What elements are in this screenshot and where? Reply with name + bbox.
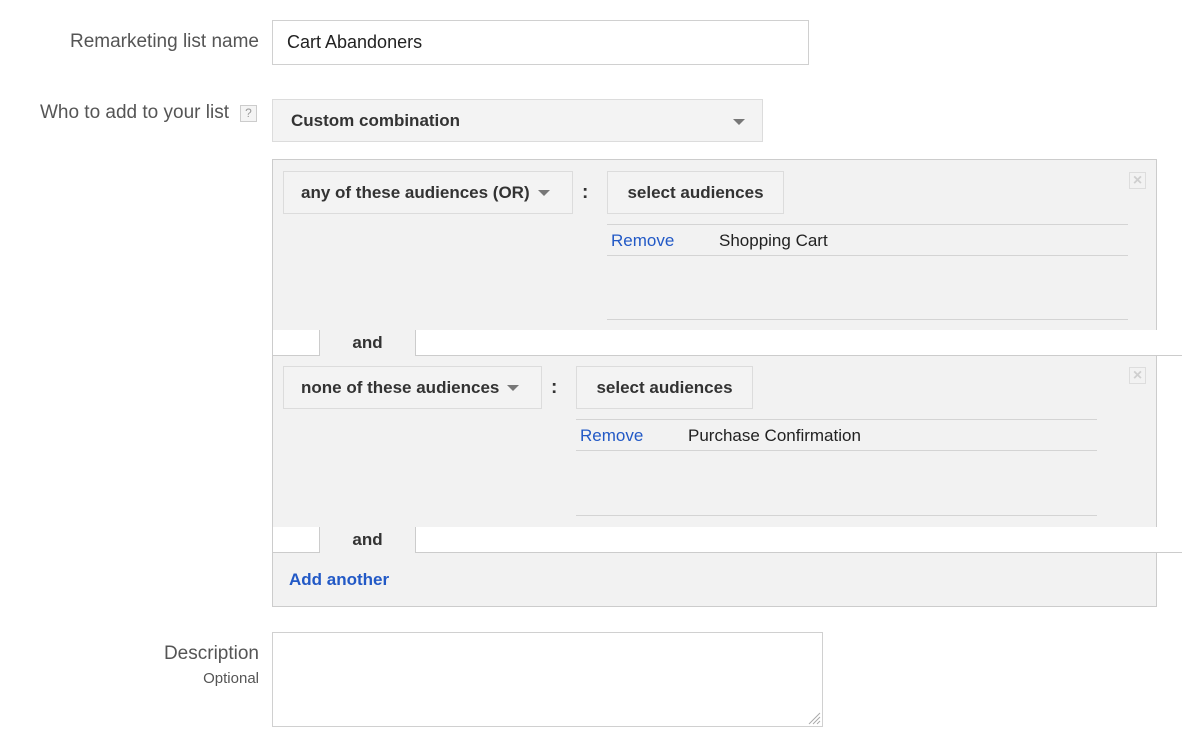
and-connector-1: and: [272, 330, 1182, 356]
divider: [607, 224, 1128, 225]
colon-separator: :: [551, 377, 558, 398]
description-optional-label: Optional: [203, 670, 259, 687]
who-to-add-label: Who to add to your list: [39, 102, 229, 123]
audience-item: Shopping Cart: [719, 231, 828, 250]
who-to-add-select[interactable]: Custom combination: [272, 99, 763, 142]
select-audiences-button-2[interactable]: select audiences: [576, 366, 753, 409]
operator-label-2: none of these audiences: [301, 377, 500, 397]
divider: [576, 450, 1097, 451]
and-label: and: [320, 527, 415, 553]
connector-spacer: [272, 330, 320, 356]
chevron-down-icon: [537, 189, 550, 196]
operator-select-1[interactable]: any of these audiences (OR): [283, 171, 573, 214]
help-icon[interactable]: ?: [240, 105, 257, 122]
connector-spacer: [272, 527, 320, 553]
operator-select-2[interactable]: none of these audiences: [283, 366, 542, 409]
select-audiences-label: select audiences: [627, 182, 764, 202]
and-label: and: [320, 330, 415, 356]
connector-spacer: [415, 527, 1182, 553]
add-another-link[interactable]: Add another: [289, 570, 389, 590]
who-to-add-selected: Custom combination: [291, 110, 461, 130]
close-icon[interactable]: ×: [1129, 172, 1146, 189]
description-textarea[interactable]: [272, 632, 823, 727]
select-audiences-label: select audiences: [596, 377, 733, 397]
remove-link[interactable]: Remove: [580, 426, 643, 446]
close-icon[interactable]: ×: [1129, 367, 1146, 384]
remove-link[interactable]: Remove: [611, 231, 674, 251]
resize-handle-icon[interactable]: [807, 711, 821, 725]
divider: [607, 319, 1128, 320]
audience-item: Purchase Confirmation: [688, 426, 861, 445]
description-label: Description: [163, 643, 259, 664]
list-name-label: Remarketing list name: [69, 31, 259, 52]
colon-separator: :: [582, 182, 589, 203]
list-name-input[interactable]: Cart Abandoners: [272, 20, 809, 65]
audience-group-1: any of these audiences (OR) : select aud…: [272, 159, 1157, 331]
list-name-value: Cart Abandoners: [287, 32, 423, 52]
divider: [576, 419, 1097, 420]
add-another-panel: Add another: [272, 553, 1157, 607]
divider: [576, 515, 1097, 516]
connector-spacer: [415, 330, 1182, 356]
audience-group-2: none of these audiences : select audienc…: [272, 356, 1157, 528]
divider: [607, 255, 1128, 256]
chevron-down-icon: [733, 119, 745, 125]
chevron-down-icon: [507, 384, 520, 391]
operator-label-1: any of these audiences (OR): [301, 182, 530, 202]
and-connector-2: and: [272, 527, 1182, 553]
select-audiences-button-1[interactable]: select audiences: [607, 171, 784, 214]
